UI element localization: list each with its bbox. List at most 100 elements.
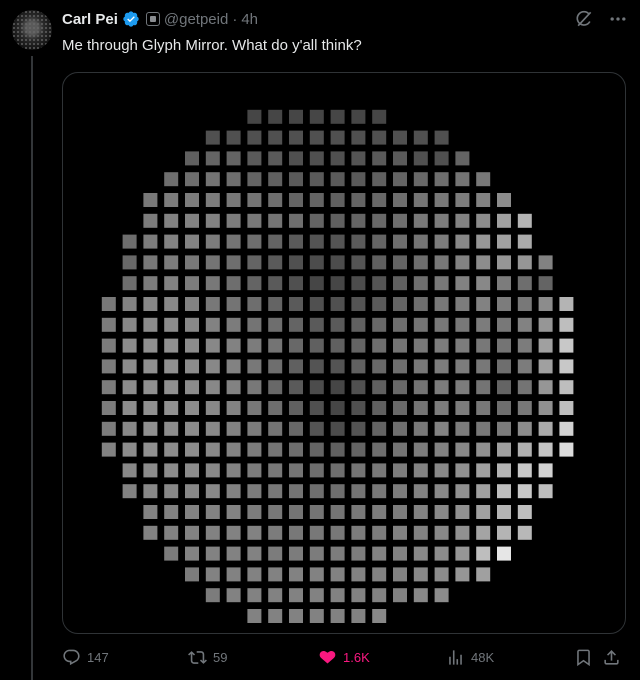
glyph-pixel [330, 484, 345, 499]
glyph-pixel [455, 546, 470, 561]
glyph-pixel [289, 609, 303, 623]
affiliate-badge-icon[interactable] [145, 12, 160, 26]
glyph-pixel [101, 359, 116, 374]
glyph-pixel [247, 463, 262, 478]
glyph-pixel [268, 172, 283, 187]
glyph-pixel [309, 567, 324, 582]
glyph-pixel [476, 442, 491, 457]
glyph-pixel [351, 463, 366, 478]
glyph-pixel [413, 234, 428, 249]
glyph-mirror-image[interactable] [62, 72, 626, 634]
glyph-pixel [143, 463, 158, 478]
glyph-pixel [372, 151, 387, 166]
glyph-pixel [247, 546, 262, 561]
glyph-pixel [247, 401, 262, 415]
glyph-pixel [476, 401, 491, 415]
glyph-pixel [164, 401, 179, 415]
glyph-pixel [289, 484, 303, 499]
glyph-pixel [330, 338, 345, 353]
glyph-pixel [268, 401, 283, 415]
glyph-pixel [393, 193, 407, 207]
glyph-pixel [497, 380, 511, 395]
author-handle[interactable]: @getpeid [164, 11, 228, 28]
glyph-pixel [372, 172, 387, 187]
glyph-pixel [372, 609, 387, 623]
glyph-pixel [393, 546, 407, 561]
glyph-pixel [538, 255, 553, 270]
glyph-pixel [455, 276, 470, 291]
heart-icon [319, 650, 336, 664]
glyph-pixel [268, 297, 283, 311]
glyph-pixel [122, 297, 137, 311]
reply-button[interactable]: 147 [62, 648, 109, 667]
glyph-pixel [309, 401, 324, 415]
glyph-pixel [330, 297, 345, 311]
separator: · [232, 10, 238, 28]
glyph-pixel [517, 213, 532, 228]
glyph-pixel [538, 297, 553, 311]
like-button[interactable]: 1.6K [318, 648, 370, 667]
glyph-pixel [351, 380, 366, 395]
glyph-pixel [226, 255, 241, 270]
glyph-pixel [122, 463, 137, 478]
glyph-pixel [205, 297, 220, 311]
bookmark-button[interactable] [574, 648, 593, 667]
glyph-pixel [413, 338, 428, 353]
glyph-pixel [497, 193, 511, 207]
glyph-pixel [330, 463, 345, 478]
tweet: Carl Pei @getpeid · 4h Me through Glyph … [0, 0, 640, 680]
glyph-pixel [393, 421, 407, 436]
repost-button[interactable]: 59 [188, 648, 227, 667]
glyph-pixel [185, 297, 199, 311]
glyph-pixel [164, 338, 179, 353]
glyph-pixel [185, 255, 199, 270]
glyph-pixel [351, 401, 366, 415]
glyph-pixel [476, 421, 491, 436]
grok-icon[interactable] [574, 9, 594, 29]
glyph-pixel [393, 567, 407, 582]
glyph-pixel [351, 588, 366, 603]
glyph-pixel [185, 484, 199, 499]
verified-badge-icon[interactable] [122, 10, 140, 28]
glyph-pixel [434, 463, 449, 478]
glyph-pixel [413, 213, 428, 228]
glyph-pixel [268, 317, 283, 332]
glyph-pixel [226, 317, 241, 332]
glyph-pixel [434, 401, 449, 415]
glyph-pixel [185, 546, 199, 561]
glyph-pixel [164, 359, 179, 374]
bookmark-icon [577, 649, 590, 667]
glyph-pixel [497, 338, 511, 353]
glyph-pixel [164, 380, 179, 395]
glyph-pixel [226, 484, 241, 499]
glyph-pixel [164, 505, 179, 519]
glyph-pixel [268, 463, 283, 478]
glyph-pixel [393, 234, 407, 249]
glyph-pixel [372, 359, 387, 374]
share-button[interactable] [602, 648, 621, 667]
post-time[interactable]: 4h [241, 11, 258, 28]
glyph-pixel [226, 588, 241, 603]
glyph-pixel [289, 359, 303, 374]
glyph-pixel [309, 109, 324, 124]
glyph-pixel [309, 359, 324, 374]
glyph-pixel [185, 213, 199, 228]
glyph-pixel [517, 484, 532, 499]
glyph-pixel [268, 359, 283, 374]
glyph-pixel [185, 401, 199, 415]
glyph-pixel [497, 297, 511, 311]
author-name[interactable]: Carl Pei [62, 11, 118, 28]
glyph-pixel [538, 401, 553, 415]
glyph-pixel [372, 193, 387, 207]
glyph-pixel [164, 213, 179, 228]
views-button[interactable]: 48K [446, 648, 494, 667]
more-icon[interactable] [608, 9, 628, 29]
glyph-pixel [309, 421, 324, 436]
glyph-pixel [309, 463, 324, 478]
avatar[interactable] [12, 10, 52, 50]
glyph-pixel [143, 505, 158, 519]
glyph-pixel [455, 505, 470, 519]
glyph-pixel [330, 609, 345, 623]
glyph-pixel [393, 297, 407, 311]
glyph-pixel [122, 359, 137, 374]
